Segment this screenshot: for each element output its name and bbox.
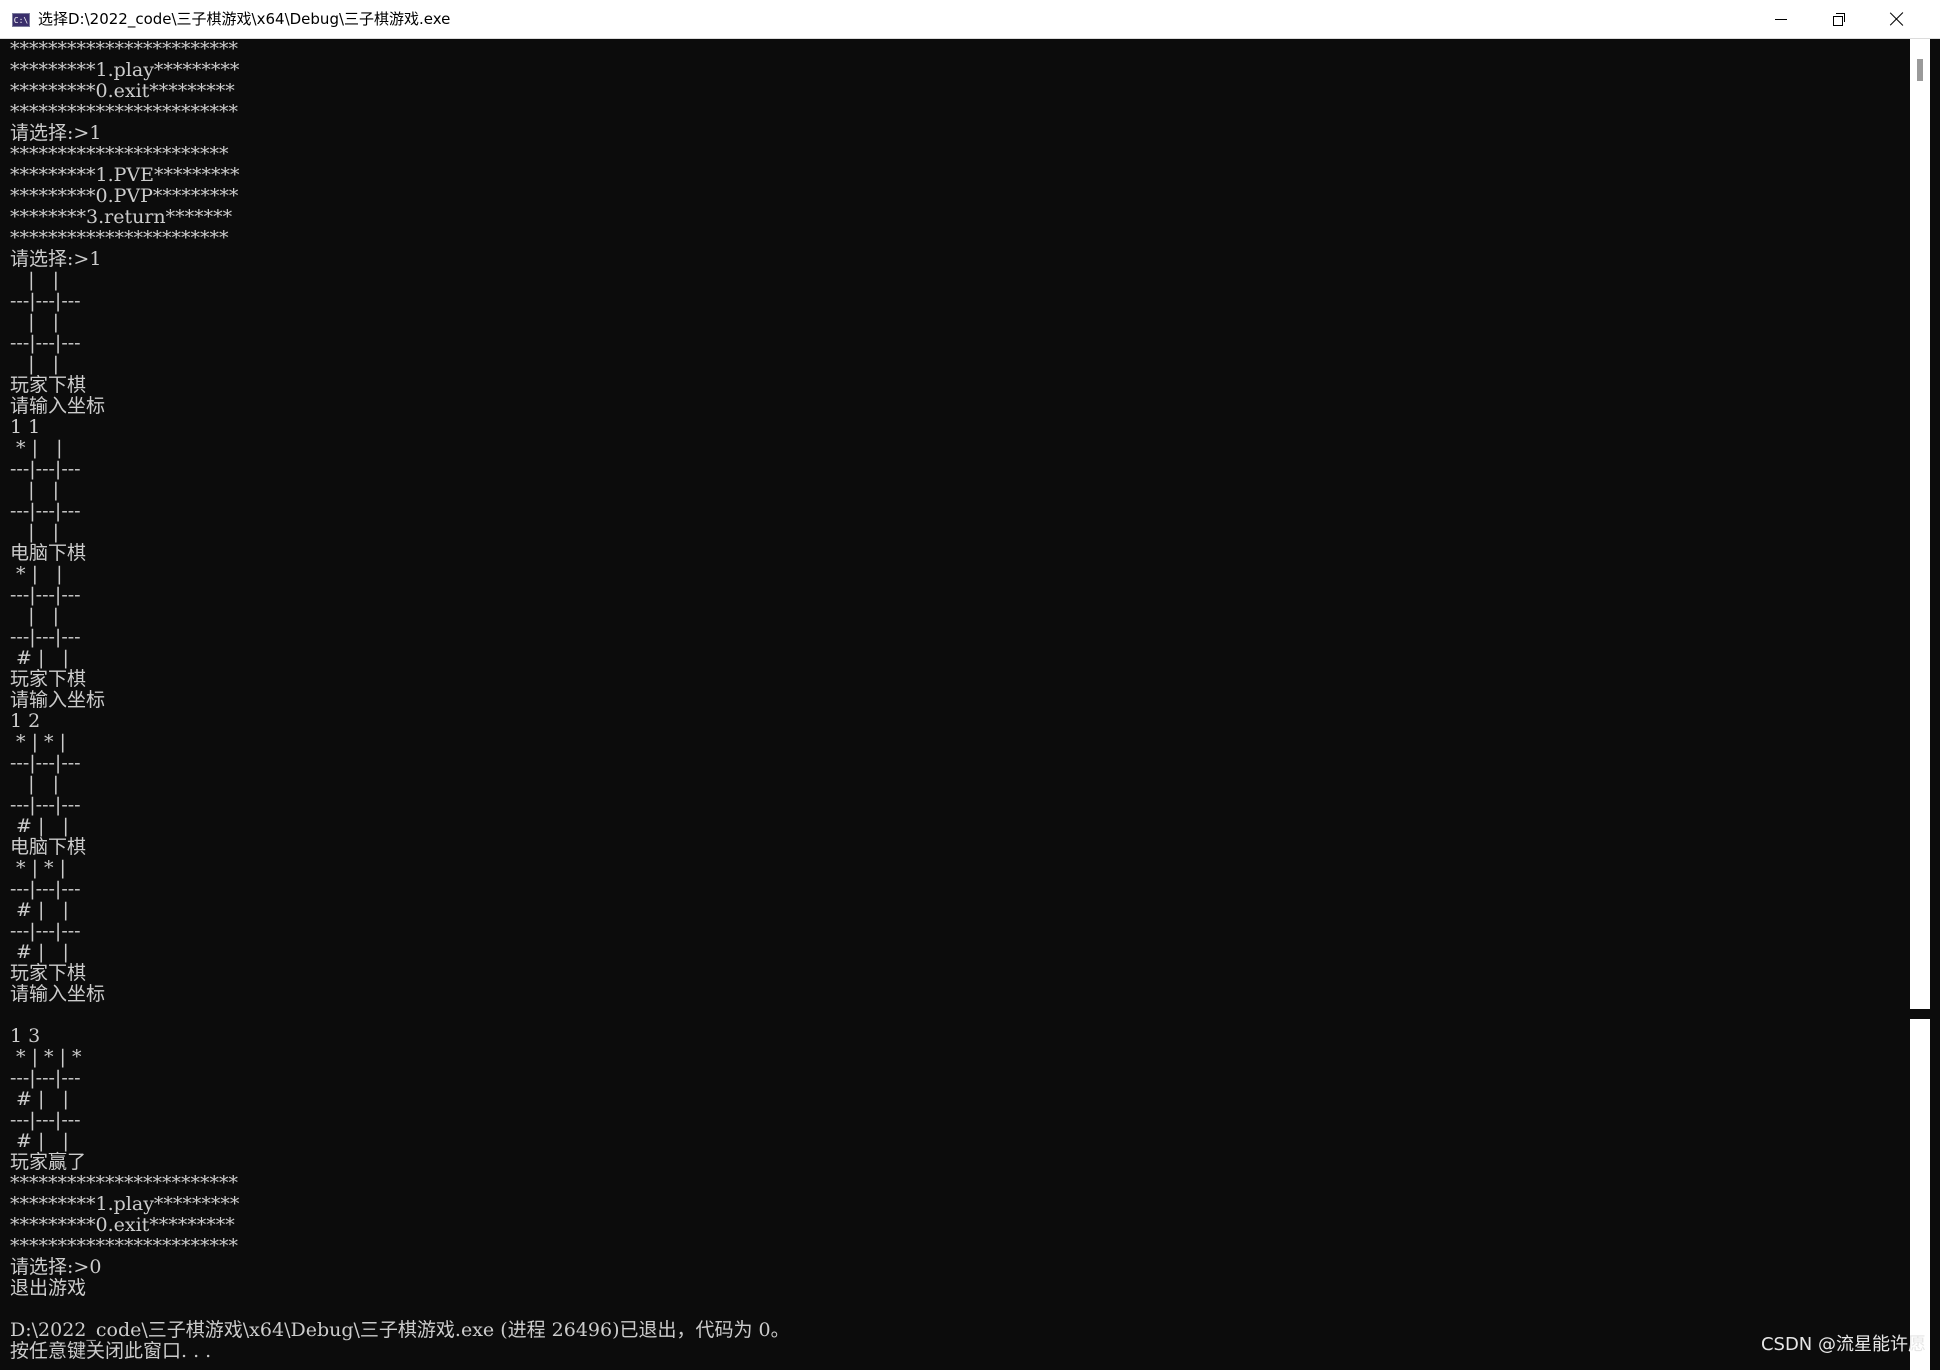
console-line: ---|---|--- — [10, 752, 81, 774]
console-line: ---|---|--- — [10, 458, 81, 480]
console-line: ************************ — [10, 1172, 238, 1194]
console-line: ---|---|--- — [10, 332, 81, 354]
console-line: ************************ — [10, 39, 238, 60]
console-line: * | | — [10, 437, 81, 459]
console-line: 电脑下棋 — [10, 836, 87, 858]
console-line: | | — [10, 773, 78, 795]
console-line: 请输入坐标 — [10, 689, 106, 711]
scrollbar-thumb[interactable] — [1910, 39, 1930, 1009]
console-line: *********0.exit********* — [10, 80, 235, 102]
console-line: ---|---|--- — [10, 1067, 81, 1089]
console-line: 请选择:>1 — [10, 248, 102, 270]
console-line: ---|---|--- — [10, 794, 81, 816]
console-line: 玩家下棋 — [10, 374, 87, 396]
console-line: *********************** — [10, 143, 229, 165]
console-line: # | | — [10, 647, 88, 669]
console-line: 请输入坐标 — [10, 983, 106, 1005]
console-line: *********1.play********* — [10, 1193, 240, 1215]
console-line: | | — [10, 353, 78, 375]
console-line: 玩家下棋 — [10, 962, 87, 984]
console-line: *********1.play********* — [10, 59, 240, 81]
console-line: # | | — [10, 1130, 88, 1152]
console-line: ---|---|--- — [10, 290, 81, 312]
console-line: *********************** — [10, 227, 229, 249]
minimize-button[interactable] — [1752, 0, 1810, 38]
console-line: ************************ — [10, 1235, 238, 1257]
console-line: ************************ — [10, 101, 238, 123]
console-text: ************************ *********1.play… — [0, 39, 1908, 1362]
console-line: * | * | — [10, 731, 85, 753]
title-bar[interactable]: C:\ 选择D:\2022_code\三子棋游戏\x64\Debug\三子棋游戏… — [0, 0, 1940, 39]
console-line: # | | — [10, 941, 88, 963]
minimize-icon — [1775, 18, 1787, 20]
console-line: *********0.exit********* — [10, 1214, 235, 1236]
console-line: 按任意键关闭此窗口. . . — [10, 1340, 212, 1362]
console-line: *********0.PVP********* — [10, 185, 239, 207]
restore-button[interactable] — [1810, 0, 1868, 38]
console-line: 请输入坐标 — [10, 395, 106, 417]
console-output[interactable]: ************************ *********1.play… — [0, 39, 1908, 1370]
console-app-icon: C:\ — [12, 13, 30, 27]
console-line: 请选择:>1 — [10, 122, 102, 144]
console-line: | | — [10, 479, 78, 501]
console-line: # | | — [10, 815, 88, 837]
console-line: 1 3 — [10, 1025, 41, 1047]
console-line: 玩家赢了 — [10, 1151, 87, 1173]
console-line: ********3.return******* — [10, 206, 233, 228]
console-line: 玩家下棋 — [10, 668, 87, 690]
vertical-scrollbar[interactable] — [1908, 39, 1940, 1370]
console-line: | | — [10, 521, 78, 543]
console-line: * | * | * — [10, 1046, 88, 1068]
console-line: | | — [10, 605, 78, 627]
csdn-watermark: CSDN @流星能许愿 — [1760, 1334, 1926, 1355]
console-line: ---|---|--- — [10, 1109, 81, 1131]
console-window: C:\ 选择D:\2022_code\三子棋游戏\x64\Debug\三子棋游戏… — [0, 0, 1940, 1370]
console-line: | | — [10, 269, 78, 291]
console-line: ---|---|--- — [10, 584, 81, 606]
console-line: * | * | — [10, 857, 85, 879]
scrollbar-grip-icon — [1917, 59, 1923, 81]
console-line: D:\2022_code\三子棋游戏\x64\Debug\三子棋游戏.exe (… — [10, 1319, 790, 1341]
console-line: ---|---|--- — [10, 878, 81, 900]
console-line: ---|---|--- — [10, 626, 81, 648]
console-line: 退出游戏 — [10, 1277, 87, 1299]
console-line: ---|---|--- — [10, 920, 81, 942]
console-line: # | | — [10, 899, 88, 921]
restore-icon — [1833, 13, 1845, 26]
window-title: 选择D:\2022_code\三子棋游戏\x64\Debug\三子棋游戏.exe — [38, 10, 451, 28]
close-button[interactable] — [1868, 0, 1926, 38]
console-line: * | | — [10, 563, 81, 585]
console-line: 电脑下棋 — [10, 542, 87, 564]
console-line: ---|---|--- — [10, 500, 81, 522]
console-line: 1 2 — [10, 710, 41, 732]
console-line: 1 1 — [10, 416, 41, 438]
scrollbar-track[interactable] — [1910, 1019, 1930, 1370]
close-icon — [1890, 12, 1904, 26]
console-line: *********1.PVE********* — [10, 164, 240, 186]
console-line: 请选择:>0 — [10, 1256, 102, 1278]
console-line: | | — [10, 311, 78, 333]
console-line: # | | — [10, 1088, 88, 1110]
